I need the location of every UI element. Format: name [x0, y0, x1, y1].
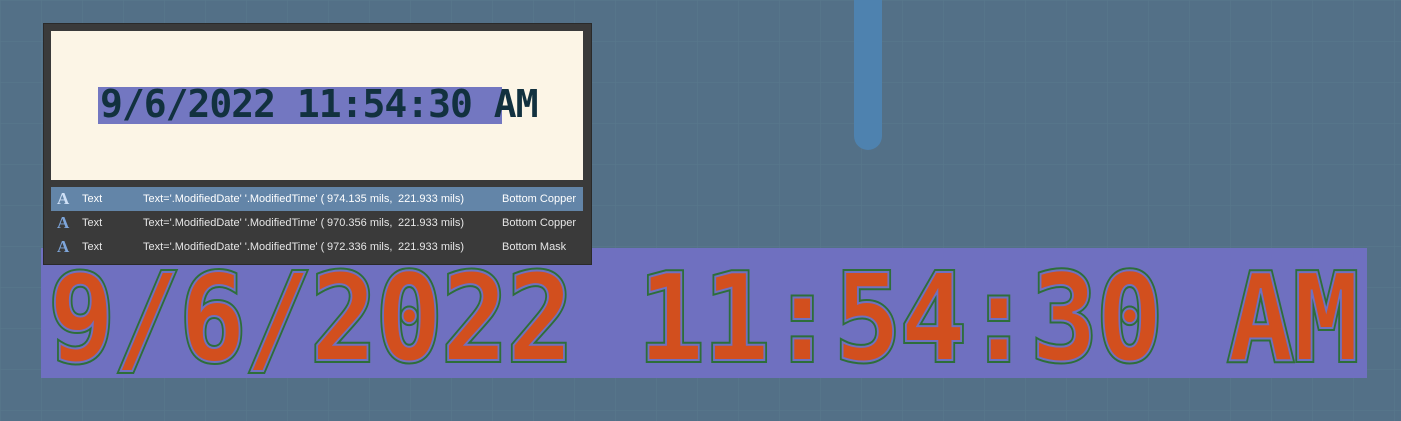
copper-track[interactable]	[854, 0, 882, 150]
text-object-icon: A	[57, 237, 70, 256]
object-y-coordinate: 221.933 mils)	[398, 217, 465, 229]
object-x-coordinate: 972.336 mils,	[327, 241, 393, 253]
selection-popup: 9/6/2022 11:54:30 AM A Text Text='.Modif…	[43, 23, 592, 265]
object-y-coordinate: 221.933 mils)	[398, 193, 465, 205]
object-type: Text	[82, 217, 103, 229]
object-preview: 9/6/2022 11:54:30 AM	[51, 31, 583, 180]
list-item[interactable]: A Text Text='.ModifiedDate' '.ModifiedTi…	[51, 211, 583, 235]
object-text-expression: Text='.ModifiedDate' '.ModifiedTime' (	[143, 193, 325, 205]
object-type: Text	[82, 241, 103, 253]
object-x-coordinate: 970.356 mils,	[327, 217, 393, 229]
pcb-text-object[interactable]: 9/6/2022 11:54:30 AM 9/6/2022 11:54:30 A…	[41, 248, 1367, 378]
object-layer: Bottom Copper	[502, 193, 576, 205]
object-layer: Bottom Copper	[502, 217, 576, 229]
list-item[interactable]: A Text Text='.ModifiedDate' '.ModifiedTi…	[51, 235, 583, 259]
object-type: Text	[82, 193, 103, 205]
object-text-expression: Text='.ModifiedDate' '.ModifiedTime' (	[143, 217, 325, 229]
preview-text: 9/6/2022 11:54:30 AM	[100, 82, 539, 126]
object-layer: Bottom Mask	[502, 241, 567, 253]
object-x-coordinate: 974.135 mils,	[327, 193, 393, 205]
text-object-icon: A	[57, 213, 70, 232]
list-item[interactable]: A Text Text='.ModifiedDate' '.ModifiedTi…	[51, 187, 583, 211]
pcb-text-inner-outline: 9/6/2022 11:54:30 AM	[49, 250, 1359, 378]
text-object-icon: A	[57, 189, 70, 208]
object-list: A Text Text='.ModifiedDate' '.ModifiedTi…	[51, 187, 583, 259]
object-y-coordinate: 221.933 mils)	[398, 241, 465, 253]
object-text-expression: Text='.ModifiedDate' '.ModifiedTime' (	[143, 241, 325, 253]
